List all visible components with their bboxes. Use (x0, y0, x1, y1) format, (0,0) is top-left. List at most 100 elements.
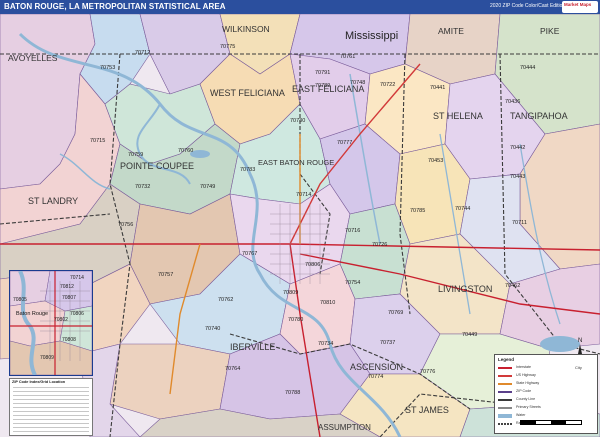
zip-label: 70453 (428, 158, 443, 164)
index-title: ZIP Code Index/Grid Location (12, 380, 66, 384)
zip-label: 70788 (285, 390, 300, 396)
legend-row: ZIP Code (498, 389, 594, 395)
zip-label: 70749 (200, 184, 215, 190)
zip-label: 70759 (128, 152, 143, 158)
zip-label: 70444 (520, 65, 535, 71)
legend-city-label: City (575, 365, 582, 370)
index-row (13, 391, 89, 392)
zip-label: 70769 (388, 310, 403, 316)
legend-row: US Highway (498, 373, 594, 379)
legend-label: ZIP Code (516, 389, 532, 393)
legend-row: State Highway (498, 381, 594, 387)
zip-label: 70726 (372, 242, 387, 248)
legend-swatch (498, 407, 512, 409)
zip-label: 70806 (305, 262, 320, 268)
zip-label: 70737 (380, 340, 395, 346)
zip-label: 70714 (296, 192, 311, 198)
zip-label: 70785 (410, 208, 425, 214)
zip-label: 70716 (345, 228, 360, 234)
zip-label: 70734 (318, 341, 333, 347)
zip-label: 70462 (505, 283, 520, 289)
inset-zip-label: 70808 (62, 337, 76, 343)
zip-label: 70722 (380, 82, 395, 88)
county-label: TANGIPAHOA (510, 111, 568, 121)
zip-label: 70789 (315, 83, 330, 89)
inset-zip-label: 70812 (60, 284, 74, 290)
zip-label: 70767 (242, 251, 257, 257)
logo-text: Market Maps (564, 2, 592, 7)
index-row (13, 403, 89, 404)
legend-swatch (498, 414, 512, 418)
zip-label: 70753 (100, 65, 115, 71)
zip-label: 70756 (118, 222, 133, 228)
compass-north-label: N (578, 338, 582, 344)
index-row (13, 407, 89, 408)
county-label: IBERVILLE (230, 342, 275, 352)
zip-label: 70436 (505, 99, 520, 105)
legend-swatch (498, 367, 512, 369)
inset-city-label: Baton Rouge (16, 311, 48, 317)
zip-label: 70780 (288, 317, 303, 323)
zip-label: 70774 (368, 374, 383, 380)
zip-label: 70715 (90, 138, 105, 144)
scale-bar (520, 420, 582, 425)
zip-label: 70810 (320, 300, 335, 306)
legend-row: Primary Streets (498, 405, 594, 411)
index-row (13, 427, 89, 428)
zip-label: 70809 (283, 290, 298, 296)
zip-label: 70757 (158, 272, 173, 278)
zip-label: 70775 (220, 44, 235, 50)
county-label: ST JAMES (405, 405, 449, 415)
publisher-logo: Market Maps (562, 1, 598, 13)
zip-label: 70740 (205, 326, 220, 332)
map-title: BATON ROUGE, LA METROPOLITAN STATISTICAL… (4, 2, 226, 11)
lake (540, 336, 580, 352)
county-label: AVOYELLES (8, 53, 58, 63)
legend-swatch (498, 399, 512, 401)
inset-zip-label: 70805 (13, 297, 27, 303)
legend-label: Water (516, 413, 526, 417)
legend-label: State Highway (516, 381, 540, 385)
legend-swatch (498, 391, 512, 393)
county-label: ST HELENA (433, 111, 483, 121)
zip-label: 70760 (178, 148, 193, 154)
legend-swatch (498, 423, 512, 425)
zip-label: 70449 (462, 332, 477, 338)
inset-zip-label: 70806 (70, 311, 84, 317)
inset-map[interactable]: 70812 70805 70807 70802 70808 70809 7071… (9, 270, 93, 376)
inset-canvas: 70812 70805 70807 70802 70808 70809 7071… (10, 271, 92, 375)
zip-label: 70711 (512, 220, 527, 226)
title-bar: BATON ROUGE, LA METROPOLITAN STATISTICAL… (0, 0, 600, 14)
state-label-mississippi: Mississippi (345, 30, 398, 42)
zip-label: 70443 (510, 174, 525, 180)
county-label: AMITE (438, 26, 464, 36)
inset-zip-region (10, 300, 66, 347)
zip-label: 70744 (455, 206, 470, 212)
zip-label: 70764 (225, 366, 240, 372)
index-row (13, 399, 89, 400)
zip-label: 70732 (135, 184, 150, 190)
inset-zip-label: 70714 (70, 275, 84, 281)
index-row (13, 387, 89, 388)
zip-label: 70791 (315, 70, 330, 76)
county-label: ASCENSION (350, 362, 403, 372)
index-row (13, 395, 89, 396)
county-label: ST LANDRY (28, 196, 78, 206)
legend-label: Interstate (516, 365, 531, 369)
index-row (13, 411, 89, 412)
county-label: PIKE (540, 26, 560, 36)
zip-label: 70730 (290, 118, 305, 124)
index-row (13, 415, 89, 416)
legend-swatch (498, 375, 512, 377)
zip-label: 70754 (345, 280, 360, 286)
zip-index-table: ZIP Code Index/Grid Location (9, 378, 93, 436)
county-label: ASSUMPTION (318, 423, 371, 432)
zip-label: 70762 (218, 297, 233, 303)
zip-label: 70777 (337, 140, 352, 146)
zip-label: 70441 (430, 85, 445, 91)
legend-label: Primary Streets (516, 405, 541, 409)
zip-label: 70776 (420, 369, 435, 375)
county-label: WILKINSON (222, 24, 270, 34)
legend-swatch (498, 383, 512, 385)
county-label: POINTE COUPEE (120, 161, 194, 171)
